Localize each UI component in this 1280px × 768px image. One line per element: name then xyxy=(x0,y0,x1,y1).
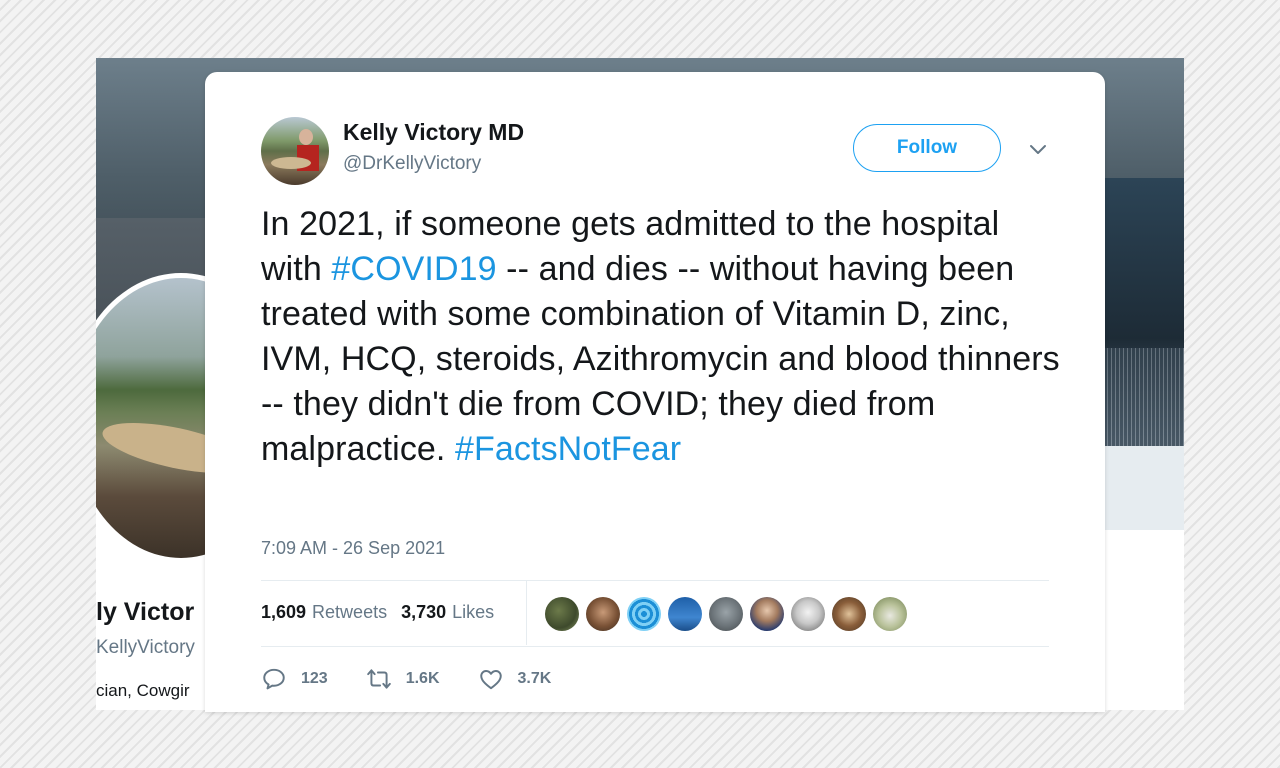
likes-label: Likes xyxy=(452,601,495,622)
liker-avatar[interactable] xyxy=(586,597,620,631)
divider xyxy=(261,646,1049,647)
like-action[interactable]: 3.7K xyxy=(478,666,552,692)
retweet-icon xyxy=(366,669,391,689)
likes-stat[interactable]: 3,730 Likes xyxy=(401,602,494,623)
reply-icon xyxy=(263,668,285,690)
tweet-text: In 2021, if someone gets admitted to the… xyxy=(261,202,1061,472)
stats-separator xyxy=(526,581,527,645)
divider xyxy=(261,580,1049,581)
like-count: 3.7K xyxy=(517,670,552,687)
reply-count: 123 xyxy=(301,670,328,687)
retweet-action[interactable]: 1.6K xyxy=(366,666,440,692)
hashtag-covid19[interactable]: #COVID19 xyxy=(331,250,496,288)
tweet-timestamp[interactable]: 7:09 AM - 26 Sep 2021 xyxy=(261,538,445,559)
tweet-card: Kelly Victory MD @DrKellyVictory Follow … xyxy=(205,72,1105,712)
liker-avatar[interactable] xyxy=(873,597,907,631)
retweets-label: Retweets xyxy=(312,601,388,622)
liker-avatar[interactable] xyxy=(791,597,825,631)
author-display-name[interactable]: Kelly Victory MD xyxy=(343,119,524,146)
chevron-down-icon[interactable] xyxy=(1027,140,1049,160)
liker-avatar[interactable] xyxy=(709,597,743,631)
profile-handle: KellyVictory xyxy=(96,637,195,658)
liker-avatar[interactable] xyxy=(545,597,579,631)
follow-button[interactable]: Follow xyxy=(853,124,1001,172)
author-avatar[interactable] xyxy=(261,117,329,185)
liker-avatar[interactable] xyxy=(668,597,702,631)
hashtag-factsnotfear[interactable]: #FactsNotFear xyxy=(455,430,681,468)
retweet-count: 1.6K xyxy=(405,670,440,687)
heart-icon xyxy=(479,670,502,690)
retweets-count: 1,609 xyxy=(261,601,307,622)
author-screen-name[interactable]: @DrKellyVictory xyxy=(343,153,481,175)
liker-avatars xyxy=(545,597,914,631)
profile-name: ly Victor xyxy=(96,598,195,626)
liker-avatar[interactable] xyxy=(627,597,661,631)
likes-count: 3,730 xyxy=(401,601,447,622)
reply-action[interactable]: 123 xyxy=(261,666,328,692)
liker-avatar[interactable] xyxy=(832,597,866,631)
tweet-actions: 123 1.6K 3.7K xyxy=(261,664,589,694)
profile-bio: cian, Cowgir xyxy=(96,681,190,700)
liker-avatar[interactable] xyxy=(750,597,784,631)
tweet-stats: 1,609 Retweets 3,730 Likes xyxy=(261,600,508,624)
retweets-stat[interactable]: 1,609 Retweets xyxy=(261,602,387,623)
